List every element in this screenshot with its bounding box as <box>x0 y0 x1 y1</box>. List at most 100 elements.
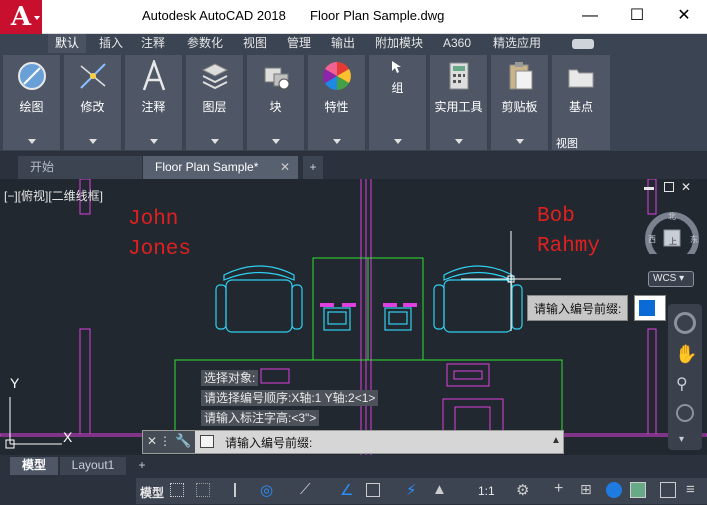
add-layout-button[interactable]: + <box>132 457 152 475</box>
tab-a360[interactable]: A360 <box>438 34 476 53</box>
steering-wheel-icon[interactable] <box>674 312 696 334</box>
clean-screen-icon[interactable] <box>660 482 676 498</box>
panel-view-label[interactable]: 视图 <box>556 135 578 151</box>
object-snap-icon[interactable] <box>366 483 380 497</box>
document-title: Floor Plan Sample.dwg <box>310 8 445 23</box>
folder-icon <box>568 69 594 88</box>
tab-addins[interactable]: 附加模块 <box>368 34 430 53</box>
autocad-window: A Autodesk AutoCAD 2018 Floor Plan Sampl… <box>0 0 707 505</box>
ortho-icon[interactable] <box>234 483 236 497</box>
tab-parametric[interactable]: 参数化 <box>180 34 230 53</box>
annotation-monitor-icon[interactable]: + <box>554 480 563 498</box>
annotation-visibility-icon[interactable]: ⚡ <box>406 481 417 499</box>
minimize-button[interactable]: — <box>567 0 613 34</box>
tab-model[interactable]: 模型 <box>10 457 58 475</box>
panel-layers[interactable]: 图层 <box>186 55 244 150</box>
modify-icon <box>79 63 106 89</box>
tab-layout1[interactable]: Layout1 <box>60 457 126 475</box>
close-button[interactable]: ✕ <box>661 0 707 34</box>
panel-block-label: 块 <box>269 100 282 114</box>
panel-properties[interactable]: 特性 <box>308 55 366 150</box>
object-snap-tracking-icon[interactable]: ∠ <box>340 481 353 499</box>
name-john: John <box>128 208 179 231</box>
zoom-icon[interactable]: ⚲ <box>676 374 688 394</box>
color-wheel-icon <box>322 62 351 90</box>
basepoint-label: 基点 <box>568 100 593 114</box>
customization-menu-icon[interactable]: ≡ <box>686 481 695 498</box>
workspace-gear-icon[interactable]: ⚙ <box>516 481 529 499</box>
status-model[interactable]: 模型 <box>140 484 164 501</box>
command-line-tools: ✕ ⋮ 🔧 <box>143 431 195 453</box>
command-line-text: 请输入编号前缀: <box>225 436 313 450</box>
close-command-line-icon[interactable]: ✕ <box>147 434 157 448</box>
drawing-canvas[interactable]: [−][俯视][二维线框] John Jones Bob Rahmy Y X ✕… <box>0 179 707 455</box>
orbit-icon[interactable] <box>676 404 694 422</box>
panel-draw-label: 绘图 <box>19 100 44 114</box>
pan-hand-icon[interactable]: ✋ <box>675 344 697 365</box>
name-rahmy: Rahmy <box>537 235 601 258</box>
showmotion-icon[interactable]: ▾ <box>679 434 684 445</box>
tab-floor-plan[interactable]: Floor Plan Sample* ✕ <box>143 156 298 179</box>
file-tab-bar: 开始 Floor Plan Sample* ✕ + <box>0 152 707 179</box>
ucs-x-label: X <box>63 429 73 445</box>
history-line-3: 请输入标注字高:<3"> <box>201 410 320 426</box>
dynamic-input-prompt: 请输入编号前缀: <box>527 295 629 321</box>
status-bar: 模型 ◎ ⟋ ∠ ⚡ ▲ 1:1 ⚙ + ⊞ ≡ <box>0 475 707 505</box>
wrench-icon[interactable]: 🔧 <box>175 433 191 449</box>
tab-manage[interactable]: 管理 <box>282 34 316 53</box>
panel-groups[interactable]: 组 <box>369 55 427 150</box>
panel-modify-label: 修改 <box>80 100 105 114</box>
navigation-bar: ✋ ⚲ ▾ <box>668 304 702 450</box>
annotation-scale[interactable]: 1:1 <box>478 484 495 498</box>
customize-icon[interactable]: ⋮ <box>159 434 171 448</box>
panel-layers-label: 图层 <box>202 100 227 114</box>
tab-view[interactable]: 视图 <box>238 34 272 53</box>
polar-tracking-icon[interactable]: ◎ <box>260 481 273 499</box>
wcs-menu[interactable]: WCS ▾ <box>648 271 694 287</box>
name-jones: Jones <box>128 238 192 261</box>
annotation-scale-icon[interactable]: ▲ <box>432 481 447 498</box>
panel-annotation-label: 注释 <box>141 100 166 114</box>
panel-view[interactable]: 基点 视图 <box>552 55 610 150</box>
close-tab-icon[interactable]: ✕ <box>280 156 290 178</box>
clipboard-icon <box>509 62 532 90</box>
tab-featured-apps[interactable]: 精选应用 <box>486 34 548 53</box>
snap-icon[interactable] <box>196 483 210 497</box>
wcs-label: WCS <box>653 273 677 284</box>
tab-home[interactable]: 默认 <box>48 34 86 53</box>
layers-icon <box>201 63 228 90</box>
panel-annotation[interactable]: 注释 <box>125 55 183 150</box>
command-history-toggle-icon[interactable]: ▲ <box>551 435 561 446</box>
panel-clipboard[interactable]: 剪贴板 <box>491 55 549 150</box>
ribbon: 绘图 修改 注释 图层 块 特性 组 实用工具 剪贴板 基点 视图 <box>0 53 707 152</box>
grid-icon[interactable] <box>170 483 184 497</box>
tab-output[interactable]: 输出 <box>326 34 360 53</box>
tab-insert[interactable]: 插入 <box>94 34 128 53</box>
ucs-y-label: Y <box>10 375 20 391</box>
panel-clipboard-label: 剪贴板 <box>501 100 538 114</box>
new-tab-button[interactable]: + <box>303 156 323 179</box>
panel-modify[interactable]: 修改 <box>64 55 122 150</box>
hardware-acceleration-icon[interactable] <box>630 482 646 498</box>
viewport-controls[interactable]: [−][俯视][二维线框] <box>4 187 103 204</box>
maximize-button[interactable]: ☐ <box>614 0 660 34</box>
viewcube-north[interactable]: 北 <box>668 211 676 222</box>
tab-start[interactable]: 开始 <box>18 156 142 179</box>
history-line-1: 选择对象: <box>201 370 259 386</box>
viewcube[interactable]: 北 西 东 上 WCS ▾ <box>640 184 700 289</box>
panel-draw[interactable]: 绘图 <box>3 55 61 150</box>
panel-utilities[interactable]: 实用工具 <box>430 55 488 150</box>
title-bar: A Autodesk AutoCAD 2018 Floor Plan Sampl… <box>0 0 707 34</box>
application-menu-button[interactable]: A <box>0 0 42 34</box>
dynamic-input-field[interactable] <box>634 295 666 321</box>
tab-annotate[interactable]: 注释 <box>136 34 170 53</box>
viewcube-west[interactable]: 西 <box>648 234 656 245</box>
ribbon-minimize-icon[interactable] <box>572 39 594 49</box>
viewcube-top[interactable]: 上 <box>669 236 677 247</box>
viewcube-east[interactable]: 东 <box>690 234 698 245</box>
units-icon[interactable]: ⊞ <box>580 481 592 498</box>
isodraft-icon[interactable]: ⟋ <box>300 481 311 498</box>
panel-block[interactable]: 块 <box>247 55 305 150</box>
isolate-objects-icon[interactable] <box>606 482 622 498</box>
command-line[interactable]: ✕ ⋮ 🔧 请输入编号前缀: ▲ <box>142 430 564 454</box>
